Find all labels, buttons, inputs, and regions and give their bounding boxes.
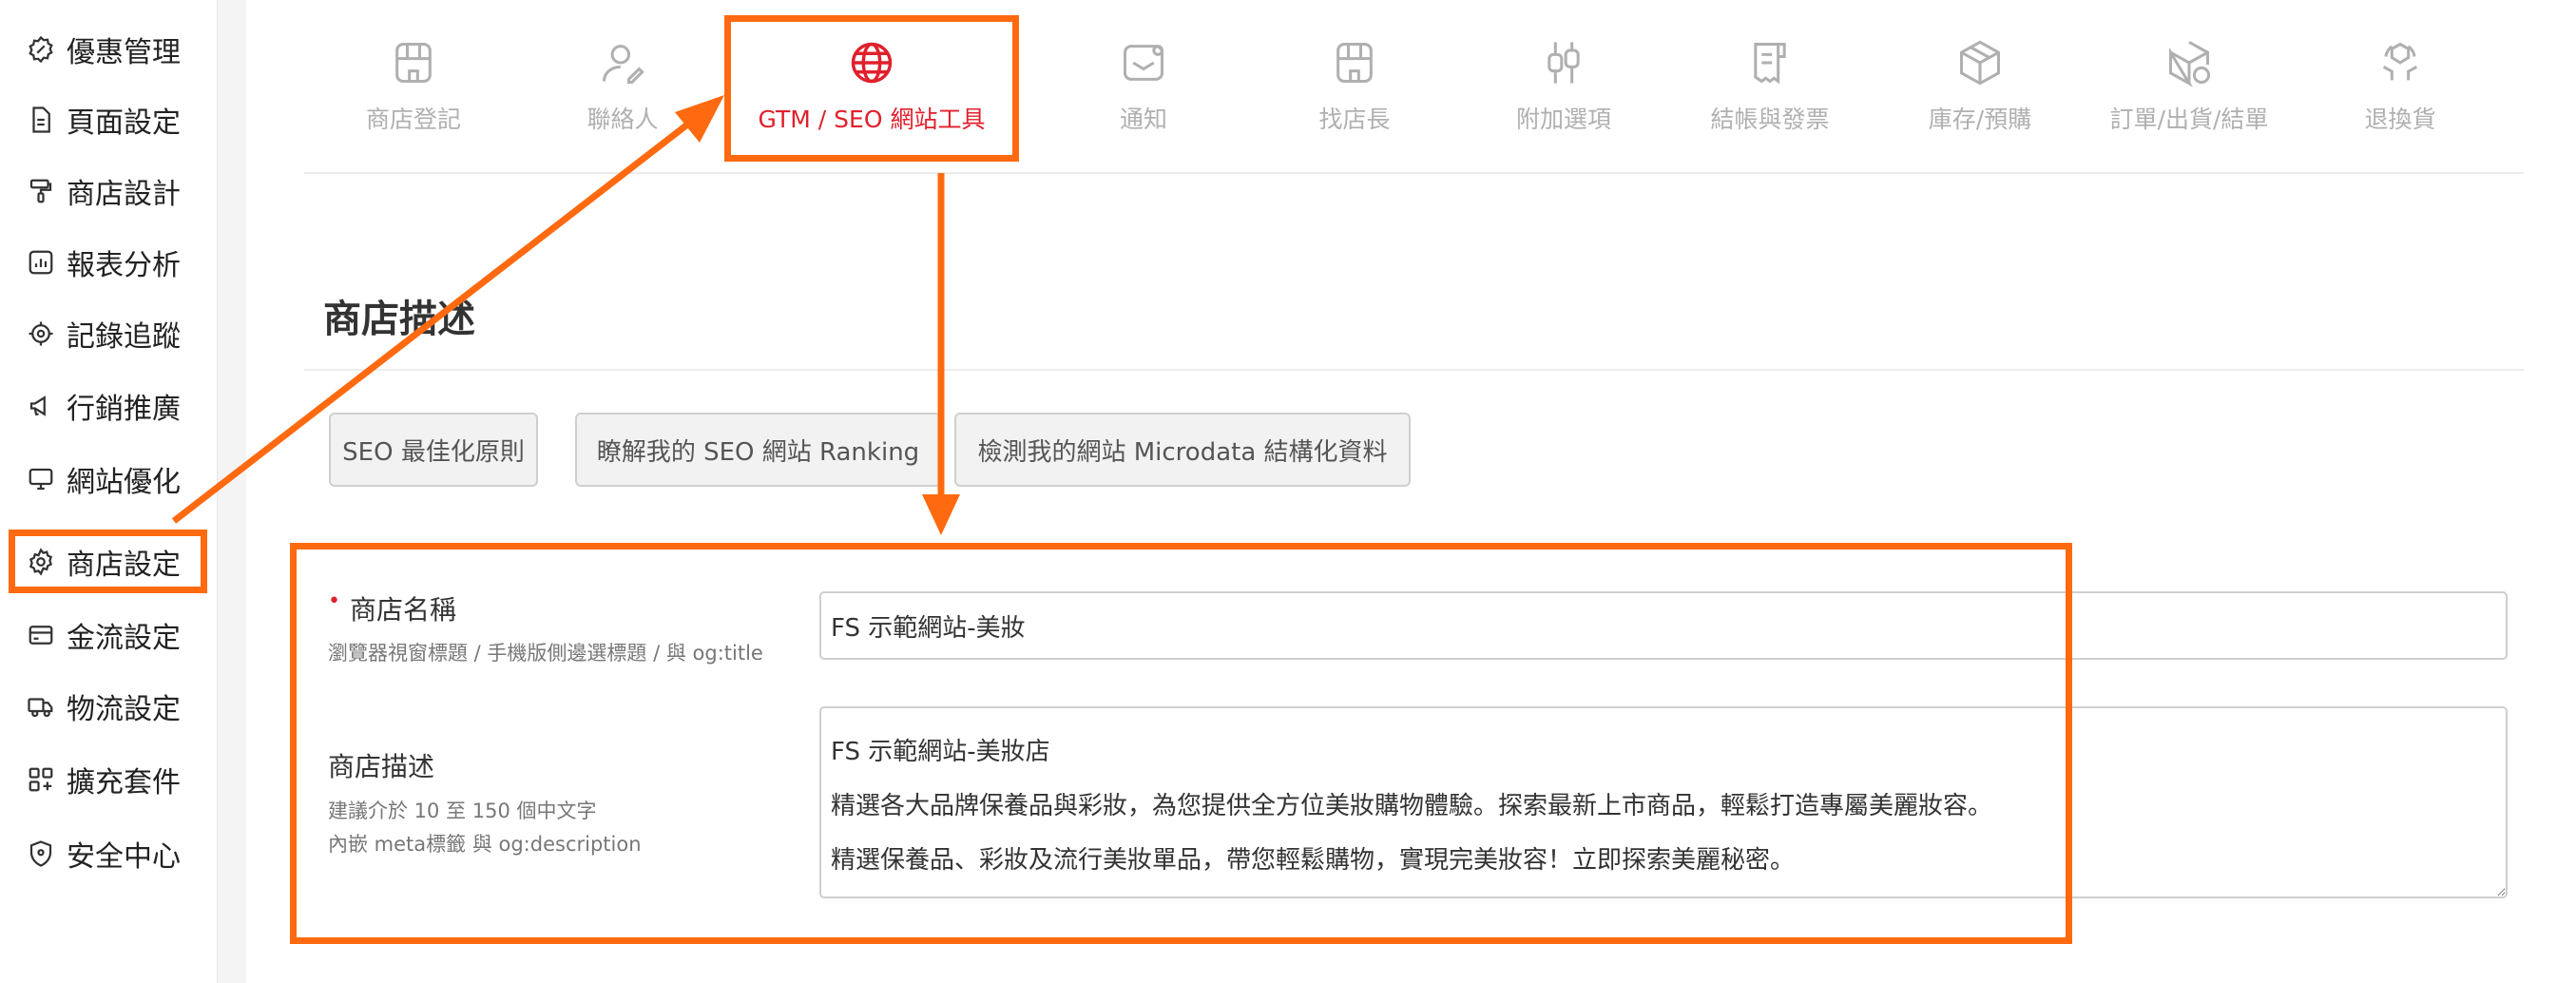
tab-inventory[interactable]: 庫存/預購 — [1890, 38, 2070, 152]
apps-icon — [29, 767, 53, 792]
sidebar-item-label: 金流設定 — [67, 622, 181, 655]
tab-label: 訂單/出貨/結單 — [2109, 106, 2269, 133]
target-icon — [29, 321, 53, 346]
mail-notification-icon — [1123, 45, 1164, 81]
paint-roller-icon — [29, 179, 52, 203]
seo-principles-button[interactable]: SEO 最佳化原則 — [329, 413, 538, 487]
sidebar-item-tracking[interactable]: 記錄追蹤 — [27, 313, 181, 355]
tab-bar-divider — [304, 172, 2524, 174]
sidebar-item-pages[interactable]: 頁面設定 — [27, 99, 181, 141]
sidebar-item-label: 記錄追蹤 — [67, 320, 181, 354]
seo-ranking-button[interactable]: 瞭解我的 SEO 網站 Ranking — [575, 413, 941, 487]
tab-orders[interactable]: 訂單/出貨/結單 — [2099, 38, 2279, 152]
box-check-icon — [2168, 41, 2211, 87]
sidebar-item-optimization[interactable]: 網站優化 — [27, 458, 181, 500]
store-icon — [395, 42, 432, 84]
box-icon — [1959, 40, 2001, 86]
section-title: 商店描述 — [323, 298, 475, 341]
sidebar-item-label: 網站優化 — [67, 466, 181, 499]
annotation-highlight-sidebar — [9, 530, 207, 593]
tab-label: 庫存/預購 — [1928, 106, 2032, 133]
card-icon — [29, 626, 53, 645]
tab-checkout-invoice[interactable]: 結帳與發票 — [1680, 38, 1860, 152]
tab-label: 商店登記 — [365, 106, 461, 133]
tab-label: 聯絡人 — [586, 106, 659, 133]
tab-store-registration[interactable]: 商店登記 — [323, 38, 504, 152]
truck-icon — [28, 698, 53, 718]
section-divider — [304, 369, 2524, 371]
sidebar-item-logistics[interactable]: 物流設定 — [27, 685, 181, 727]
sidebar-divider — [217, 0, 246, 983]
sidebar-item-label: 行銷推廣 — [67, 393, 181, 426]
tab-returns[interactable]: 退換貨 — [2310, 38, 2490, 152]
sidebar-item-reports[interactable]: 報表分析 — [27, 241, 181, 283]
sidebar: 優惠管理 頁面設定 商店設計 報表分析 記錄追蹤 行銷推廣 網站優化 商店設定 … — [0, 0, 217, 983]
tab-contact[interactable]: 聯絡人 — [532, 38, 713, 152]
tab-label: 附加選項 — [1515, 106, 1611, 133]
tab-notification[interactable]: 通知 — [1053, 38, 1234, 152]
megaphone-icon — [29, 395, 46, 416]
sidebar-item-label: 物流設定 — [67, 693, 181, 726]
sidebar-item-marketing[interactable]: 行銷推廣 — [27, 385, 181, 427]
sidebar-item-label: 報表分析 — [67, 249, 181, 282]
sidebar-item-label: 優惠管理 — [67, 36, 181, 69]
discount-badge-icon — [29, 35, 53, 64]
sidebar-item-payment[interactable]: 金流設定 — [27, 614, 181, 656]
tab-label: 退換貨 — [2364, 106, 2436, 133]
annotation-highlight-tab — [724, 15, 1019, 162]
shield-icon — [29, 840, 52, 867]
tab-find-manager[interactable]: 找店長 — [1264, 38, 1445, 152]
tab-label: 找店長 — [1318, 106, 1391, 133]
microdata-check-button[interactable]: 檢測我的網站 Microdata 結構化資料 — [954, 413, 1411, 487]
sliders-icon — [1548, 42, 1580, 84]
store-manager-icon — [1336, 42, 1373, 84]
sidebar-item-store-design[interactable]: 商店設計 — [27, 170, 181, 212]
annotation-highlight-form — [290, 543, 2072, 944]
tab-addons[interactable]: 附加選項 — [1473, 38, 1654, 152]
sidebar-item-label: 擴充套件 — [67, 766, 181, 800]
contact-icon — [602, 45, 644, 85]
tab-label: 通知 — [1119, 106, 1167, 133]
sidebar-item-security[interactable]: 安全中心 — [27, 833, 181, 875]
sidebar-item-discount[interactable]: 優惠管理 — [27, 29, 181, 70]
arrow-head-form — [922, 494, 960, 535]
sidebar-item-label: 頁面設定 — [67, 106, 181, 140]
return-icon — [2382, 42, 2418, 81]
monitor-icon — [29, 468, 53, 491]
sidebar-item-label: 安全中心 — [67, 840, 181, 874]
sidebar-item-label: 商店設計 — [67, 178, 181, 211]
page-icon — [32, 106, 50, 133]
chart-icon — [29, 250, 53, 275]
tab-label: 結帳與發票 — [1710, 106, 1830, 133]
receipt-icon — [1754, 42, 1786, 85]
sidebar-item-extensions[interactable]: 擴充套件 — [27, 759, 181, 800]
